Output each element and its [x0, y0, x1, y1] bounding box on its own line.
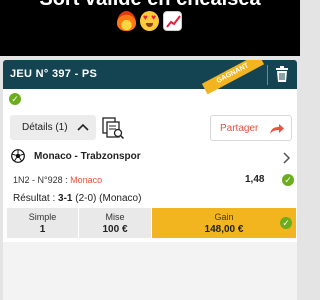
summary-gain-value: 148,00 €	[204, 224, 244, 235]
result-score: 3-1	[58, 193, 73, 204]
result-label: Résultat :	[13, 193, 56, 204]
copy-document-icon[interactable]	[101, 116, 125, 145]
market-label: 1N2 - N°928 :	[13, 175, 68, 185]
summary-gain: Gain 148,00 € ✓	[152, 208, 297, 238]
chevron-right-icon	[282, 151, 291, 169]
odds-value: 1,48	[245, 174, 265, 185]
summary-gain-label: Gain	[214, 212, 234, 222]
match-name: Monaco - Trabzonspor	[34, 151, 141, 162]
share-button[interactable]: Partager	[210, 115, 292, 141]
emoji-row	[117, 11, 182, 31]
chart-increasing-emoji-icon	[163, 11, 182, 31]
winning-badge: GAGNANT	[201, 60, 265, 95]
summary-type-label: Simple	[28, 212, 57, 222]
ticket-header: JEU N° 397 - PS GAGNANT	[3, 60, 297, 95]
result-extra: (2-0) (Monaco)	[75, 193, 142, 204]
match-row[interactable]: Monaco - Trabzonspor	[3, 147, 297, 167]
trash-icon[interactable]	[275, 66, 289, 88]
summary-type: Simple 1	[7, 208, 79, 238]
share-arrow-icon	[269, 122, 285, 140]
header-divider	[267, 65, 268, 85]
story-caption: Sort validé en chealsea	[0, 0, 300, 11]
summary-type-value: 1	[39, 224, 46, 235]
market-line: 1N2 - N°928 : Monaco	[13, 175, 102, 185]
result-line: Résultat : 3-1 (2-0) (Monaco)	[13, 193, 141, 204]
heart-eyes-emoji-icon	[140, 11, 159, 31]
details-toggle-button[interactable]: Détails (1)	[10, 115, 96, 140]
summary-stake: Mise 100 €	[79, 208, 152, 238]
card-footer-area	[3, 242, 297, 300]
pick-label: Monaco	[70, 175, 103, 185]
story-caption-bar: Sort validé en chealsea	[0, 0, 300, 56]
details-label: Détails (1)	[22, 122, 68, 133]
summary-stake-value: 100 €	[102, 224, 128, 235]
fire-emoji-icon	[117, 11, 136, 31]
ticket-summary: Simple 1 Mise 100 € Gain 148,00 € ✓	[7, 208, 297, 238]
bet-ticket-card: JEU N° 397 - PS GAGNANT ✓ Détails (1) Pa…	[3, 60, 297, 300]
summary-stake-label: Mise	[105, 212, 125, 222]
share-label: Partager	[220, 123, 259, 134]
soccer-ball-icon	[11, 149, 25, 168]
ticket-title: JEU N° 397 - PS	[10, 68, 98, 80]
gain-check-icon: ✓	[280, 217, 292, 229]
pick-check-icon: ✓	[282, 174, 294, 186]
chevron-up-icon	[76, 119, 90, 140]
check-circle-icon: ✓	[9, 93, 21, 105]
